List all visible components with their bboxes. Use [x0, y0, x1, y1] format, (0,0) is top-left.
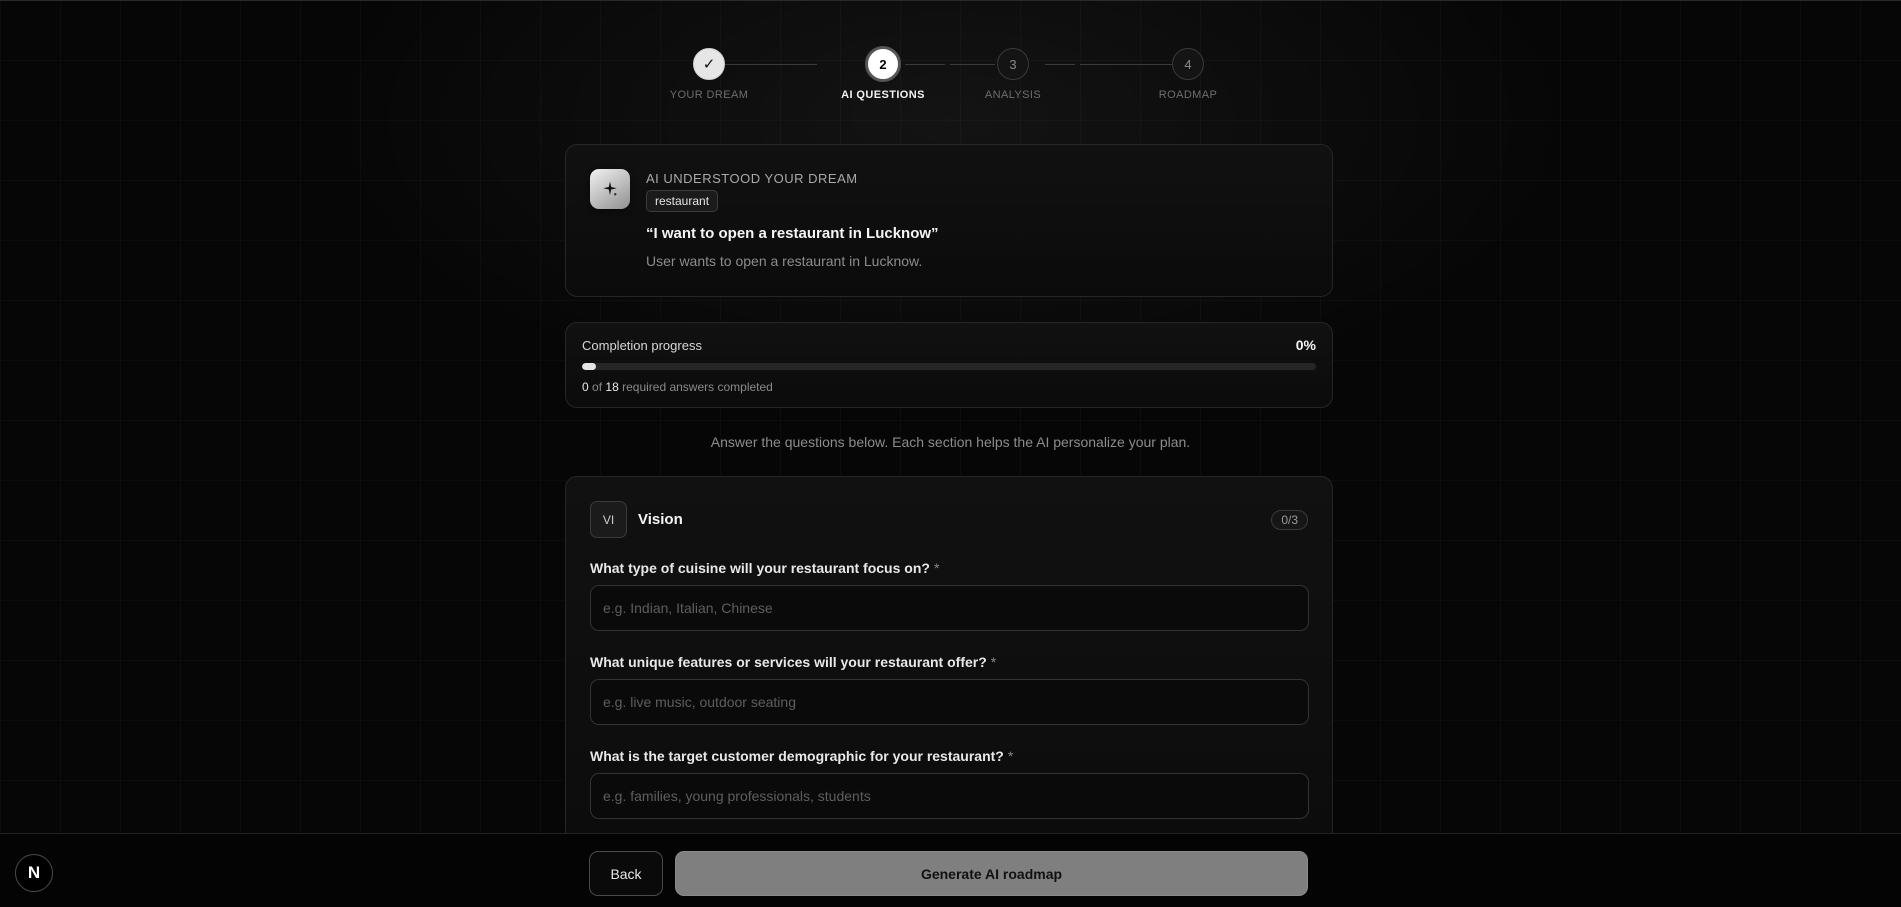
question-text: What is the target customer demographic … — [590, 748, 1004, 764]
footer-bar: N Back Generate AI roadmap — [0, 833, 1901, 907]
step-number: 3 — [997, 48, 1029, 80]
question-label-cuisine: What type of cuisine will your restauran… — [590, 560, 939, 576]
section-title: Vision — [638, 511, 683, 528]
progress-title: Completion progress — [582, 338, 702, 353]
step-label: ROADMAP — [1158, 89, 1218, 101]
step-ai-questions[interactable]: 2 AI QUESTIONS — [813, 46, 953, 101]
cuisine-input[interactable] — [590, 585, 1309, 631]
category-tag: restaurant — [646, 190, 719, 212]
required-mark: * — [933, 560, 940, 576]
instructions-text: Answer the questions below. Each section… — [710, 434, 1191, 450]
step-roadmap: 4 ROADMAP — [1118, 48, 1258, 101]
dream-heading: AI UNDERSTOOD YOUR DREAM — [646, 171, 858, 186]
dream-summary-card: AI UNDERSTOOD YOUR DREAM restaurant “I w… — [565, 144, 1333, 297]
generate-roadmap-button[interactable]: Generate AI roadmap — [675, 851, 1308, 896]
section-count-badge: 0/3 — [1271, 510, 1308, 530]
top-border — [0, 0, 1901, 1]
progress-bar-fill — [582, 363, 596, 370]
completed-count: 0 — [582, 380, 589, 394]
step-label: YOUR DREAM — [669, 89, 749, 101]
question-text: What unique features or services will yo… — [590, 654, 987, 670]
demographic-input[interactable] — [590, 773, 1309, 819]
progress-suffix: required answers completed — [622, 380, 773, 394]
dream-summary: User wants to open a restaurant in Luckn… — [646, 253, 923, 269]
progress-summary: 0 of 18 required answers completed — [582, 380, 773, 394]
total-count: 18 — [605, 380, 619, 394]
section-badge: VI — [590, 501, 627, 538]
of-text: of — [592, 380, 603, 394]
question-text: What type of cuisine will your restauran… — [590, 560, 930, 576]
required-mark: * — [1007, 748, 1014, 764]
step-label: AI QUESTIONS — [841, 89, 925, 101]
dream-quote: “I want to open a restaurant in Lucknow” — [646, 225, 939, 242]
progress-percent: 0% — [1295, 337, 1316, 353]
question-label-features: What unique features or services will yo… — [590, 654, 996, 670]
step-label: ANALYSIS — [984, 89, 1042, 101]
sparkle-icon — [590, 169, 630, 209]
back-button[interactable]: Back — [589, 851, 663, 896]
step-your-dream[interactable]: ✓ YOUR DREAM — [639, 48, 779, 101]
sparkle-icon-svg — [603, 181, 617, 196]
required-mark: * — [990, 654, 997, 670]
step-number: 2 — [865, 46, 901, 82]
n-logo-icon[interactable]: N — [15, 854, 53, 892]
question-label-demographic: What is the target customer demographic … — [590, 748, 1013, 764]
step-analysis: 3 ANALYSIS — [943, 48, 1083, 101]
progress-stepper: ✓ YOUR DREAM 2 AI QUESTIONS 3 ANALYSIS 4… — [0, 46, 1901, 108]
features-input[interactable] — [590, 679, 1309, 725]
progress-bar — [582, 363, 1316, 370]
completion-progress-card: Completion progress 0% 0 of 18 required … — [565, 322, 1333, 408]
check-icon: ✓ — [693, 48, 725, 80]
step-number: 4 — [1172, 48, 1204, 80]
